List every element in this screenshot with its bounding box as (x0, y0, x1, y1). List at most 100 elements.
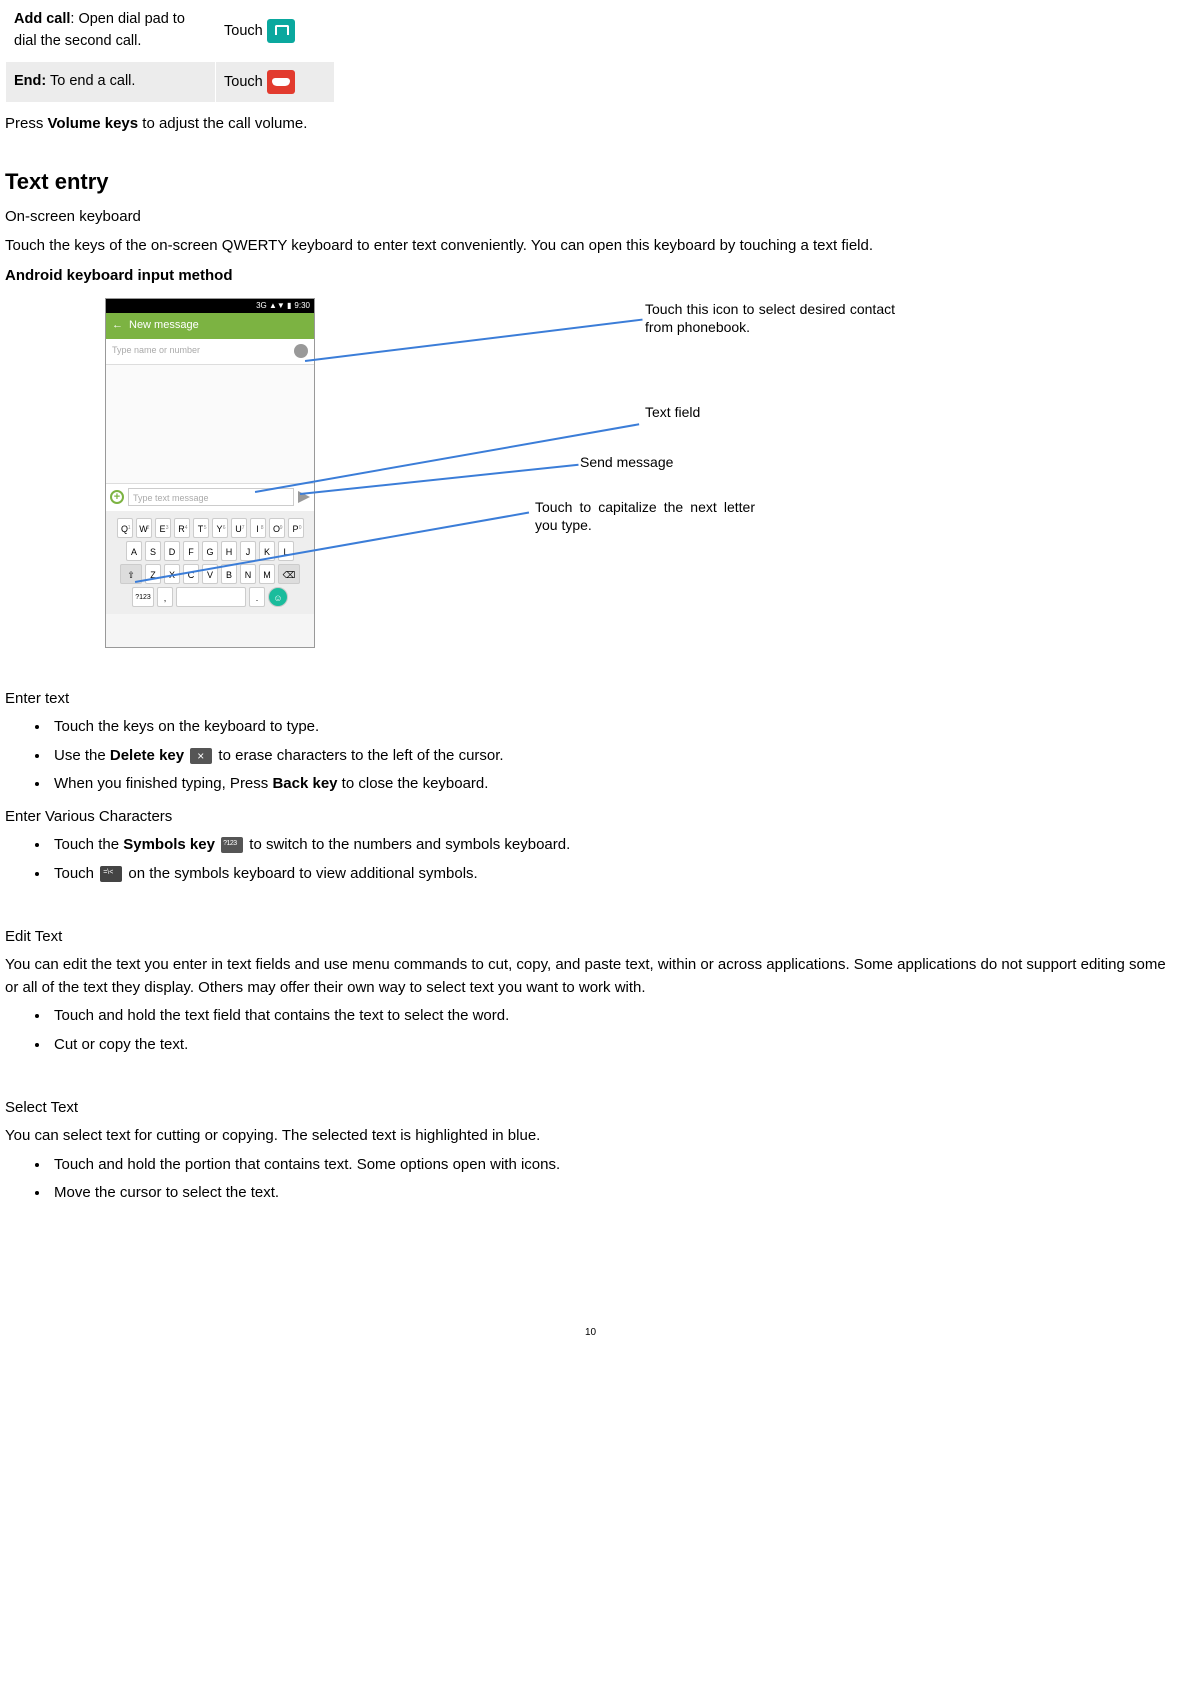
symbols-key-icon (221, 837, 243, 853)
text: When you finished typing, Press (54, 775, 272, 792)
add-call-label: Add call (14, 11, 70, 27)
select-text-desc: You can select text for cutting or copyi… (5, 1125, 1176, 1148)
page-number: 10 (5, 1325, 1176, 1340)
phone-mockup: 3G ▲▼ ▮ 9:30 ← New message Type name or … (105, 298, 315, 648)
list-item: Move the cursor to select the text. (50, 1182, 1176, 1205)
edit-text-heading: Edit Text (5, 926, 1176, 949)
key-g: G (202, 541, 218, 561)
edit-text-desc: You can edit the text you enter in text … (5, 954, 1176, 999)
end-call-icon (267, 70, 295, 94)
callout-send: Send message (580, 453, 673, 471)
end-call-desc: To end a call. (46, 73, 135, 89)
to-field: Type name or number (106, 339, 314, 365)
to-placeholder: Type name or number (112, 344, 200, 358)
compose-input: Type text message (128, 488, 294, 506)
key-w: W2 (136, 518, 152, 538)
add-call-icon (267, 19, 295, 43)
kbd-row-4: ?123 , . ☺ (108, 587, 312, 607)
android-kbd-heading: Android keyboard input method (5, 265, 1176, 288)
key-i: I8 (250, 518, 266, 538)
list-item: Touch the keys on the keyboard to type. (50, 716, 1176, 739)
text: on the symbols keyboard to view addition… (124, 865, 478, 882)
text: to switch to the numbers and symbols key… (245, 836, 570, 853)
kbd-row-2: A S D F G H J K L (108, 541, 312, 561)
add-call-cell: Add call: Open dial pad to dial the seco… (6, 1, 216, 62)
enter-text-list: Touch the keys on the keyboard to type. … (50, 716, 1176, 796)
key-f: F (183, 541, 199, 561)
list-item: When you finished typing, Press Back key… (50, 773, 1176, 796)
status-bar: 3G ▲▼ ▮ 9:30 (106, 299, 314, 313)
text: to erase characters to the left of the c… (214, 747, 503, 764)
key-m: M (259, 564, 275, 584)
contact-picker-icon (294, 344, 308, 358)
list-item: Touch the Symbols key to switch to the n… (50, 834, 1176, 857)
key-emoji: ☺ (268, 587, 288, 607)
text-entry-heading: Text entry (5, 165, 1176, 198)
add-call-action-cell: Touch (216, 1, 335, 62)
end-call-action-cell: Touch (216, 61, 335, 102)
status-time: 9:30 (294, 300, 310, 312)
volume-post: to adjust the call volume. (138, 115, 307, 132)
select-text-list: Touch and hold the portion that contains… (50, 1154, 1176, 1205)
key-space (176, 587, 246, 607)
end-call-action: Touch (224, 73, 263, 89)
list-item: Touch on the symbols keyboard to view ad… (50, 863, 1176, 886)
key-symbols: ?123 (132, 587, 154, 607)
key-s: S (145, 541, 161, 561)
key-y: Y6 (212, 518, 228, 538)
kbd-row-1: Q1 W2 E3 R4 T5 Y6 U7 I8 O9 P0 (108, 518, 312, 538)
header-title: New message (129, 317, 199, 334)
key-n: N (240, 564, 256, 584)
line-contact (305, 318, 643, 361)
key-d: D (164, 541, 180, 561)
add-call-action: Touch (224, 23, 263, 39)
key-a: A (126, 541, 142, 561)
alt-symbols-icon (100, 866, 122, 882)
onscreen-kbd-desc: Touch the keys of the on-screen QWERTY k… (5, 235, 1176, 258)
message-area (106, 365, 314, 483)
various-chars-list: Touch the Symbols key to switch to the n… (50, 834, 1176, 885)
key-p: P0 (288, 518, 304, 538)
key-o: O9 (269, 518, 285, 538)
end-call-label: End: (14, 73, 46, 89)
call-features-table: Add call: Open dial pad to dial the seco… (5, 0, 335, 103)
key-delete: ⌫ (278, 564, 300, 584)
key-period: . (249, 587, 265, 607)
list-item: Touch and hold the portion that contains… (50, 1154, 1176, 1177)
various-chars-heading: Enter Various Characters (5, 806, 1176, 829)
volume-line: Press Volume keys to adjust the call vol… (5, 113, 1176, 136)
key-u: U7 (231, 518, 247, 538)
list-item: Use the Delete key to erase characters t… (50, 745, 1176, 768)
key-r: R4 (174, 518, 190, 538)
delete-key-icon (190, 748, 212, 764)
app-header: ← New message (106, 313, 314, 339)
key-l: L (278, 541, 294, 561)
delete-key-bold: Delete key (110, 747, 184, 764)
callout-contact: Touch this icon to select desired contac… (645, 300, 895, 336)
select-text-heading: Select Text (5, 1097, 1176, 1120)
onscreen-kbd-heading: On-screen keyboard (5, 206, 1176, 229)
key-j: J (240, 541, 256, 561)
key-comma: , (157, 587, 173, 607)
text: Touch the (54, 836, 123, 853)
enter-text-heading: Enter text (5, 688, 1176, 711)
key-t: T5 (193, 518, 209, 538)
end-call-cell: End: To end a call. (6, 61, 216, 102)
callout-textfield: Text field (645, 403, 705, 421)
edit-text-list: Touch and hold the text field that conta… (50, 1005, 1176, 1056)
line-send (300, 463, 579, 494)
keyboard-diagram: 3G ▲▼ ▮ 9:30 ← New message Type name or … (105, 298, 1176, 678)
list-item: Cut or copy the text. (50, 1034, 1176, 1057)
callout-shift: Touch to capitalize the next letter you … (535, 498, 755, 534)
key-e: E3 (155, 518, 171, 538)
key-z: Z (145, 564, 161, 584)
text: Use the (54, 747, 110, 764)
status-icons: 3G ▲▼ ▮ (256, 300, 291, 312)
attach-icon: + (110, 490, 124, 504)
key-h: H (221, 541, 237, 561)
text: Touch (54, 865, 98, 882)
volume-keys-bold: Volume keys (48, 115, 139, 132)
symbols-key-bold: Symbols key (123, 836, 215, 853)
volume-pre: Press (5, 115, 48, 132)
text: to close the keyboard. (338, 775, 489, 792)
